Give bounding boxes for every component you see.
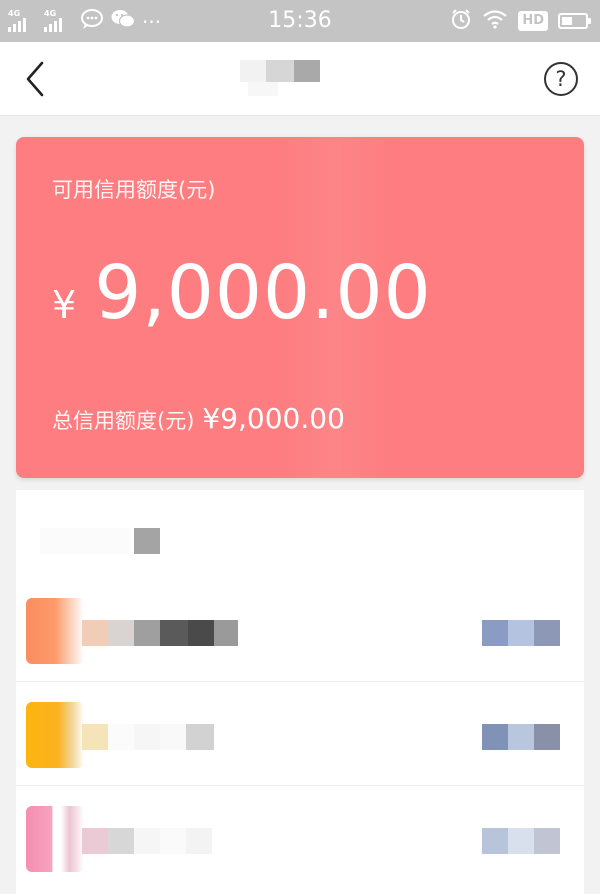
help-icon: ?: [555, 67, 567, 91]
back-button[interactable]: [18, 59, 58, 99]
credit-list-panel: [16, 490, 584, 894]
list-title: [40, 526, 170, 556]
help-button[interactable]: ?: [544, 62, 578, 96]
list-item[interactable]: [16, 786, 584, 890]
available-credit-value: 9,000.00: [94, 250, 432, 336]
alarm-icon: [450, 8, 472, 34]
chevron-left-icon: [26, 61, 44, 97]
item-logo-icon: [26, 702, 84, 768]
credit-limit-card: 可用信用额度(元) ¥ 9,000.00 总信用额度(元) ¥9,000.00: [16, 137, 584, 478]
total-credit: 总信用额度(元) ¥9,000.00: [52, 403, 345, 437]
navigation-bar: ?: [0, 42, 600, 116]
list-item[interactable]: [16, 578, 584, 682]
battery-icon: [558, 13, 591, 29]
item-name: [82, 724, 214, 750]
item-name: [82, 828, 212, 854]
status-bar: 4G 4G ··· 15:36 HD: [0, 0, 600, 42]
page-title: [240, 58, 322, 96]
item-value: [482, 724, 560, 750]
item-value: [482, 620, 560, 646]
wifi-icon: [482, 9, 508, 33]
available-credit-amount: ¥ 9,000.00: [52, 249, 432, 337]
item-logo-icon: [26, 598, 84, 664]
status-bar-right: HD: [450, 8, 591, 34]
total-credit-value: ¥9,000.00: [202, 402, 345, 435]
total-credit-label: 总信用额度(元): [52, 409, 195, 433]
item-logo-icon: [26, 806, 84, 872]
item-value: [482, 828, 560, 854]
available-credit-label: 可用信用额度(元): [52, 178, 216, 202]
currency-symbol: ¥: [52, 283, 77, 327]
list-item[interactable]: [16, 682, 584, 786]
item-name: [82, 620, 238, 646]
hd-badge: HD: [518, 11, 548, 31]
